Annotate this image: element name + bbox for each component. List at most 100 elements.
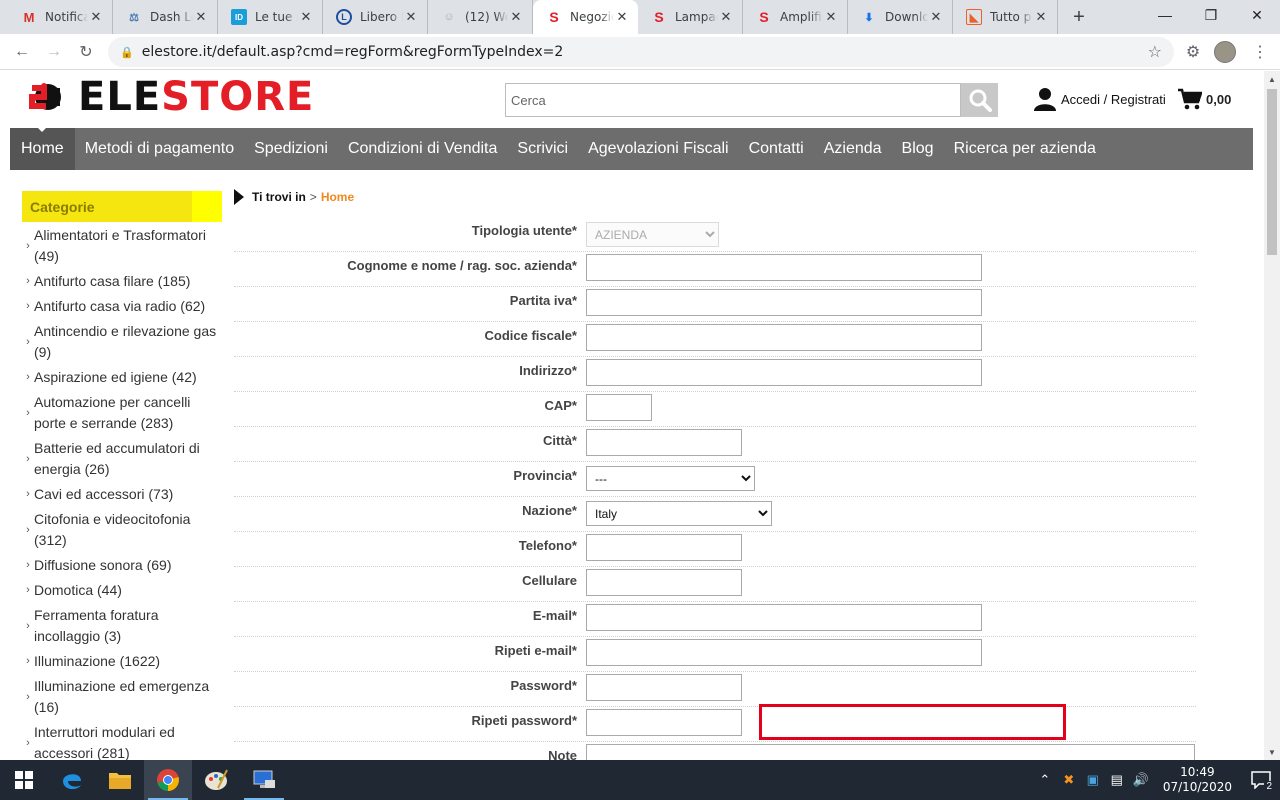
breadcrumb-home-link[interactable]: Home (321, 190, 354, 204)
tray-chevron-up-icon[interactable]: ⌃ (1033, 772, 1057, 788)
tray-app-icon[interactable]: ▣ (1081, 772, 1105, 788)
browser-tab[interactable]: S Lampad✕ (638, 0, 743, 34)
tab-close-icon[interactable]: ✕ (508, 9, 524, 25)
password-input[interactable] (586, 674, 742, 701)
search-input[interactable] (505, 83, 961, 117)
scrollbar-thumb[interactable] (1267, 89, 1277, 255)
browser-tab[interactable]: ⚖ Dash Le✕ (113, 0, 218, 34)
row-email2: Ripeti e-mail* (234, 637, 1196, 672)
provincia-select[interactable]: --- (586, 466, 755, 491)
tab-close-icon[interactable]: ✕ (298, 9, 314, 25)
forward-button[interactable]: → (38, 36, 70, 68)
browser-tab[interactable]: S Amplific✕ (743, 0, 848, 34)
nazione-select[interactable]: Italy (586, 501, 772, 526)
cart-link[interactable]: 0,00 (1178, 88, 1231, 110)
browser-tab[interactable]: ◣ Tutto p ✕ (953, 0, 1058, 34)
scroll-down-arrow[interactable]: ▼ (1264, 744, 1280, 760)
back-button[interactable]: ← (6, 36, 38, 68)
extensions-icon[interactable]: ⚙ (1177, 36, 1209, 68)
tray-avast-icon[interactable]: ✖ (1057, 772, 1081, 788)
category-item[interactable]: › Illuminazione (1622) (22, 651, 222, 676)
start-button[interactable] (0, 760, 48, 800)
nav-item[interactable]: Agevolazioni Fiscali (578, 128, 739, 170)
category-item[interactable]: › Diffusione sonora (69) (22, 555, 222, 580)
volume-icon[interactable]: 🔊 (1129, 772, 1153, 788)
nav-item[interactable]: Home (10, 127, 75, 170)
category-item[interactable]: › Aspirazione ed igiene (42) (22, 367, 222, 392)
cap-input[interactable] (586, 394, 652, 421)
scroll-up-arrow[interactable]: ▲ (1264, 71, 1280, 87)
category-item[interactable]: › Citofonia e videocitofonia (312) (22, 509, 222, 555)
browser-tab[interactable]: ID Le tue s ✕ (218, 0, 323, 34)
taskbar-paint[interactable] (192, 760, 240, 800)
citta-input[interactable] (586, 429, 742, 456)
codice-fiscale-input[interactable] (586, 324, 982, 351)
tab-close-icon[interactable]: ✕ (718, 9, 734, 25)
new-tab-button[interactable]: + (1064, 0, 1094, 34)
nav-item[interactable]: Azienda (814, 128, 892, 170)
tab-close-icon[interactable]: ✕ (88, 9, 104, 25)
taskbar-explorer[interactable] (96, 760, 144, 800)
label-password-repeat: Ripeti password* (471, 713, 577, 728)
browser-tab[interactable]: ☺ (12) We ✕ (428, 0, 533, 34)
browser-tab[interactable]: M Notifica ✕ (8, 0, 113, 34)
category-item[interactable]: › Antincendio e rilevazione gas (9) (22, 321, 222, 367)
category-item[interactable]: › Cavi ed accessori (73) (22, 484, 222, 509)
site-logo[interactable]: ELE STORE (28, 77, 314, 117)
password-repeat-input[interactable] (586, 709, 742, 736)
category-item[interactable]: › Alimentatori e Trasformatori (49) (22, 225, 222, 271)
ragsoc-input[interactable] (586, 254, 982, 281)
category-item[interactable]: › Automazione per cancelli porte e serran… (22, 392, 222, 438)
tab-close-icon[interactable]: ✕ (193, 9, 209, 25)
indirizzo-input[interactable] (586, 359, 982, 386)
account-link[interactable]: Accedi / Registrati (1034, 87, 1166, 111)
category-item[interactable]: › Illuminazione ed emergenza (16) (22, 676, 222, 722)
address-bar[interactable]: 🔒 elestore.it/default.asp?cmd=regForm&re… (108, 37, 1174, 67)
browser-tab[interactable]: ⬇ Downlo ✕ (848, 0, 953, 34)
nav-item[interactable]: Condizioni di Vendita (338, 128, 507, 170)
logo-text-ele: ELE (78, 74, 162, 120)
taskbar-remote-app[interactable] (240, 760, 288, 800)
telefono-input[interactable] (586, 534, 742, 561)
page-scrollbar[interactable]: ▲ ▼ (1264, 71, 1280, 760)
tab-close-icon[interactable]: ✕ (823, 9, 839, 25)
browser-tab[interactable]: S Negozio ✕ (533, 0, 638, 34)
category-item[interactable]: › Domotica (44) (22, 580, 222, 605)
tab-close-icon[interactable]: ✕ (1033, 9, 1049, 25)
nav-item[interactable]: Ricerca per azienda (944, 128, 1106, 170)
tab-close-icon[interactable]: ✕ (403, 9, 419, 25)
reload-button[interactable]: ↻ (70, 36, 102, 68)
minimize-button[interactable]: — (1142, 0, 1188, 30)
network-icon[interactable]: ▤ (1105, 772, 1129, 788)
action-center-button[interactable]: 2 (1242, 760, 1280, 800)
nav-item[interactable]: Spedizioni (244, 128, 338, 170)
category-item[interactable]: › Batterie ed accumulatori di energia (26… (22, 438, 222, 484)
nav-item[interactable]: Contatti (739, 128, 814, 170)
tab-close-icon[interactable]: ✕ (928, 9, 944, 25)
category-item[interactable]: › Antifurto casa via radio (62) (22, 296, 222, 321)
close-window-button[interactable]: ✕ (1234, 0, 1280, 30)
category-item[interactable]: › Ferramenta foratura incollaggio (3) (22, 605, 222, 651)
taskbar-edge[interactable] (48, 760, 96, 800)
category-item[interactable]: › Antifurto casa filare (185) (22, 271, 222, 296)
browser-tab[interactable]: L Libero M✕ (323, 0, 428, 34)
restore-button[interactable]: ❐ (1188, 0, 1234, 30)
nav-item[interactable]: Scrivici (507, 128, 578, 170)
search-button[interactable] (961, 83, 998, 117)
category-item[interactable]: › Interruttori modulari ed accessori (281… (22, 722, 222, 760)
bookmark-star-icon[interactable]: ☆ (1148, 42, 1162, 61)
email-repeat-input[interactable] (586, 639, 982, 666)
note-textarea[interactable] (586, 744, 1195, 760)
menu-kebab-icon[interactable]: ⋮ (1244, 36, 1276, 68)
system-clock[interactable]: 10:49 07/10/2020 (1153, 765, 1242, 795)
chevron-right-icon: › (26, 275, 30, 287)
profile-avatar[interactable] (1214, 41, 1236, 63)
nav-item[interactable]: Blog (892, 128, 944, 170)
taskbar-chrome[interactable] (144, 760, 192, 800)
piva-input[interactable] (586, 289, 982, 316)
email-input[interactable] (586, 604, 982, 631)
tipologia-select[interactable]: AZIENDA (586, 222, 719, 247)
tab-close-icon[interactable]: ✕ (614, 9, 630, 25)
cellulare-input[interactable] (586, 569, 742, 596)
nav-item[interactable]: Metodi di pagamento (75, 128, 244, 170)
